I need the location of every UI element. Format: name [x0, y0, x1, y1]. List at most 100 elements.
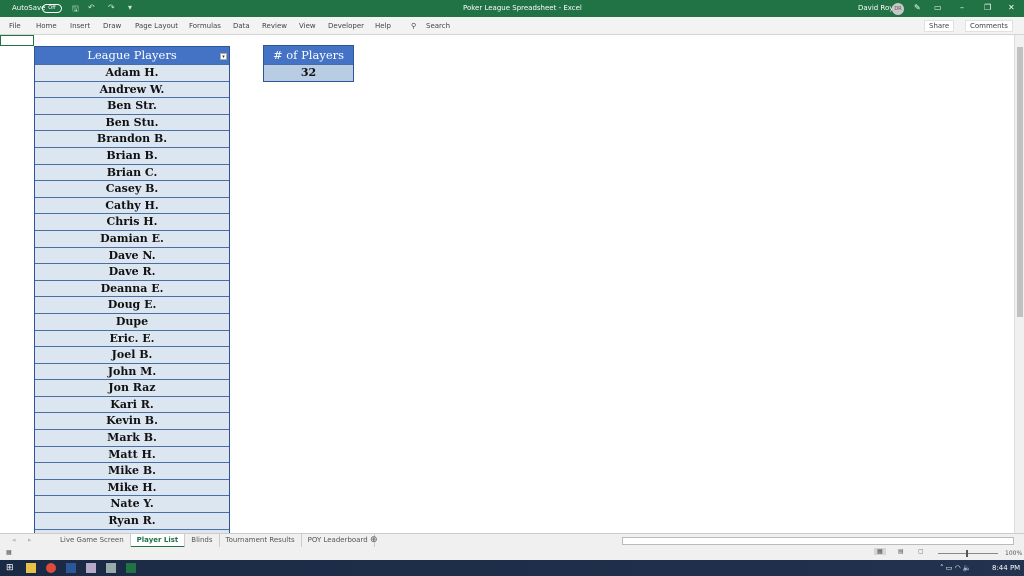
worksheet-grid[interactable]: League Players ▾ Adam H. Andrew W. Ben Str… [0, 35, 1014, 533]
player-row[interactable]: Deanna E. [35, 279, 229, 297]
autosave-label: AutoSave [12, 4, 46, 12]
menu-page-layout[interactable]: Page Layout [135, 22, 178, 30]
player-row[interactable]: Mike H. [35, 478, 229, 496]
macro-record-icon[interactable]: ▦ [6, 549, 12, 556]
horizontal-scrollbar[interactable] [622, 537, 1014, 545]
menu-review[interactable]: Review [262, 22, 287, 30]
player-row[interactable]: Dave R. [35, 263, 229, 280]
sheet-tab[interactable]: Live Game Screen [54, 534, 131, 548]
save-icon[interactable]: 🖫 [72, 3, 79, 17]
player-row[interactable]: Brian B. [35, 146, 229, 164]
player-row[interactable]: Brandon B. [35, 130, 229, 147]
windows-start-icon[interactable]: ⊞ [6, 563, 16, 573]
player-row[interactable]: Doug E. [35, 296, 229, 313]
player-row[interactable]: Jon Raz [35, 379, 229, 396]
player-row[interactable]: Matt H. [35, 445, 229, 463]
vertical-scroll-thumb[interactable] [1017, 47, 1023, 317]
player-count-box: # of Players 32 [263, 45, 354, 82]
file-explorer-icon[interactable] [26, 563, 36, 573]
redo-icon[interactable]: ↷ [108, 3, 115, 12]
clock[interactable]: 8:44 PM [992, 564, 1020, 572]
player-row[interactable]: Andrew W. [35, 80, 229, 98]
menu-insert[interactable]: Insert [70, 22, 90, 30]
player-row[interactable]: Nate Y. [35, 495, 229, 513]
comments-button[interactable]: Comments [965, 20, 1013, 32]
ribbon-display-icon[interactable]: ▭ [934, 3, 942, 12]
player-row[interactable]: Chris H. [35, 213, 229, 230]
player-row[interactable]: Dupe [35, 312, 229, 330]
sheet-tab[interactable]: POY Leaderboard [302, 534, 375, 548]
excel-taskbar-icon[interactable] [126, 563, 136, 573]
vertical-scrollbar[interactable] [1014, 35, 1024, 533]
scroll-tabs-right-icon[interactable]: ▸ [28, 536, 32, 544]
menu-view[interactable]: View [299, 22, 316, 30]
menu-file[interactable]: File [9, 22, 21, 30]
player-row[interactable]: Cathy H. [35, 196, 229, 214]
system-tray-icons[interactable]: ˄ ▭ ◠ 🔈 [940, 564, 972, 572]
player-row[interactable]: Brian C. [35, 163, 229, 181]
user-name[interactable]: David Roy [858, 4, 893, 12]
zoom-slider-thumb[interactable] [966, 550, 968, 557]
sheet-tab[interactable]: Player List [130, 534, 186, 548]
autosave-toggle[interactable]: Off [42, 4, 62, 13]
filter-dropdown-icon[interactable]: ▾ [220, 53, 227, 60]
app-icon[interactable] [86, 563, 96, 573]
pen-icon[interactable]: ✎ [914, 3, 921, 12]
menu-home[interactable]: Home [36, 22, 57, 30]
player-row[interactable]: Joel B. [35, 346, 229, 363]
player-count-value[interactable]: 32 [264, 64, 353, 81]
selected-cell-a1[interactable] [0, 35, 34, 46]
table-header[interactable]: League Players ▾ [35, 47, 229, 64]
zoom-level[interactable]: 100% [1005, 550, 1022, 557]
menu-data[interactable]: Data [233, 22, 250, 30]
player-row[interactable]: John M. [35, 362, 229, 380]
player-row[interactable]: Ben Stu. [35, 113, 229, 131]
close-icon[interactable]: ✕ [1008, 3, 1015, 12]
add-sheet-icon[interactable]: ⊕ [370, 535, 378, 545]
zoom-slider[interactable] [938, 553, 998, 554]
undo-icon[interactable]: ↶ [88, 3, 95, 12]
chrome-icon[interactable] [46, 563, 56, 573]
page-layout-view-icon[interactable]: ▤ [898, 548, 904, 555]
share-button[interactable]: Share [924, 20, 955, 32]
menu-formulas[interactable]: Formulas [189, 22, 221, 30]
search-box[interactable]: Search [426, 22, 450, 30]
restore-icon[interactable]: ❐ [984, 3, 991, 12]
word-icon[interactable] [66, 563, 76, 573]
player-row[interactable]: Adam H. [35, 64, 229, 81]
table-header-label: League Players [87, 48, 177, 62]
player-row[interactable]: Mark B. [35, 429, 229, 446]
ribbon-tabs: File Home Insert Draw Page Layout Formul… [0, 17, 1024, 35]
app-icon-2[interactable] [106, 563, 116, 573]
player-count-header[interactable]: # of Players [264, 46, 353, 64]
title-bar: AutoSave Off 🖫 ↶ ↷ ▾ Poker League Spread… [0, 0, 1024, 17]
player-row[interactable]: Ryan R. [35, 512, 229, 529]
sheet-tab[interactable]: Tournament Results [220, 534, 302, 548]
player-row[interactable]: Mike B. [35, 462, 229, 479]
league-players-table: League Players ▾ Adam H. Andrew W. Ben Str… [34, 46, 230, 533]
share-label: Share [929, 22, 950, 30]
comments-label: Comments [970, 22, 1008, 30]
windows-taskbar: ⊞ ˄ ▭ ◠ 🔈 8:44 PM [0, 560, 1024, 576]
player-row[interactable]: Kevin B. [35, 412, 229, 430]
player-row[interactable]: Eric. E. [35, 329, 229, 347]
player-row[interactable]: Kari R. [35, 395, 229, 413]
sheet-tab[interactable]: Blinds [185, 534, 220, 548]
scroll-tabs-left-icon[interactable]: ◂ [12, 536, 16, 544]
player-row[interactable]: Dave N. [35, 246, 229, 264]
menu-help[interactable]: Help [375, 22, 391, 30]
player-row[interactable]: Casey B. [35, 180, 229, 197]
normal-view-icon[interactable]: ▦ [874, 548, 886, 555]
search-icon[interactable]: ⚲ [411, 22, 416, 30]
avatar[interactable]: DR [892, 3, 904, 15]
window-title: Poker League Spreadsheet - Excel [463, 4, 582, 12]
customize-quick-access-icon[interactable]: ▾ [128, 3, 132, 12]
page-break-view-icon[interactable]: ▢ [918, 548, 924, 555]
player-row[interactable]: Damian E. [35, 229, 229, 247]
menu-draw[interactable]: Draw [103, 22, 121, 30]
sheet-tab-bar: ◂ ▸ Live Game Screen Player List Blinds Tou… [0, 533, 1024, 548]
status-bar: ▦ ▦ ▤ ▢ 100% [0, 547, 1024, 560]
minimize-icon[interactable]: – [960, 3, 964, 12]
menu-developer[interactable]: Developer [328, 22, 364, 30]
player-row[interactable]: Ben Str. [35, 97, 229, 114]
